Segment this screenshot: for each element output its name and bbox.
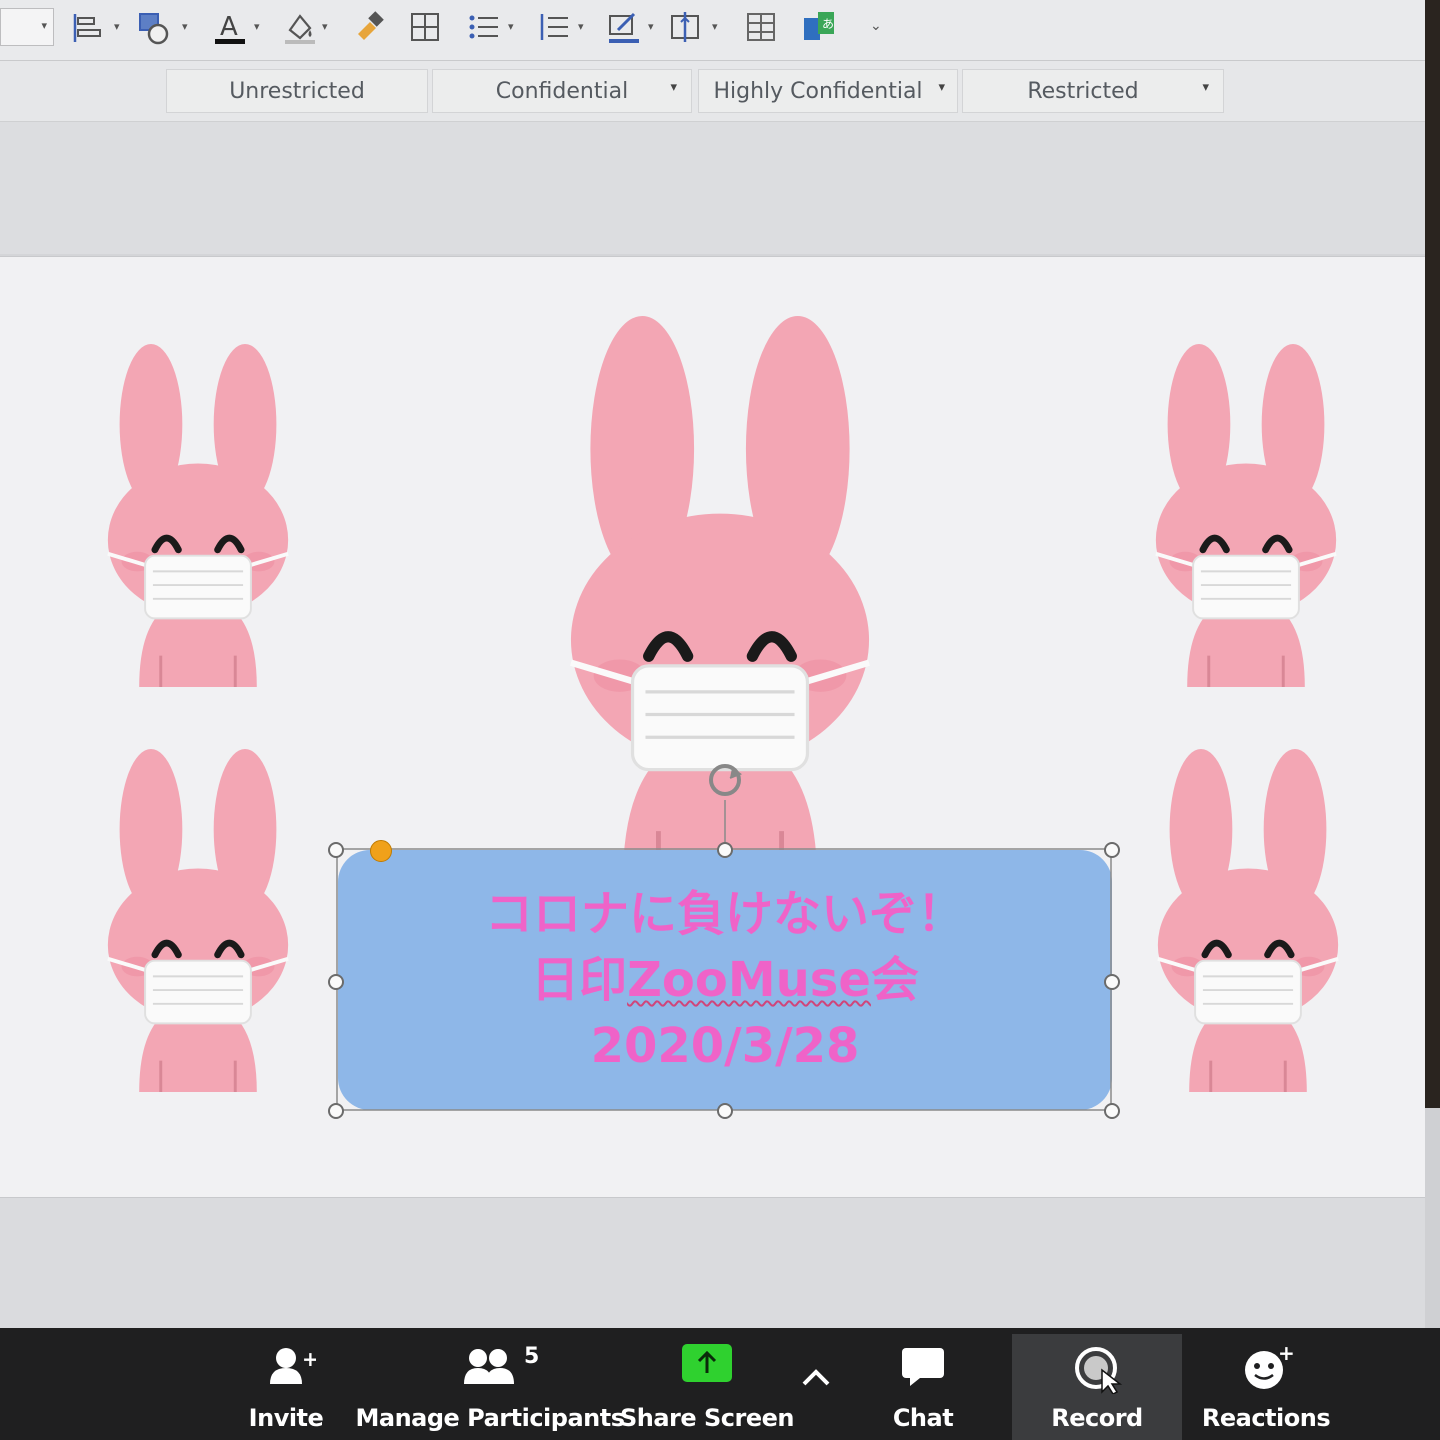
rabbit-bottom-right <box>1158 749 1338 1092</box>
reactions-button[interactable]: + Reactions <box>1200 1336 1332 1440</box>
resize-handle-right[interactable] <box>1104 974 1120 990</box>
editor-edge <box>1425 1108 1440 1328</box>
rabbit-top-right <box>1156 344 1336 687</box>
chat-button[interactable]: Chat <box>876 1336 970 1440</box>
invite-button[interactable]: + Invite <box>236 1336 336 1440</box>
selection-frame <box>336 764 1112 1111</box>
invite-label: Invite <box>248 1404 324 1432</box>
svg-text:+: + <box>302 1347 316 1371</box>
resize-handle-bottom-right[interactable] <box>1104 1103 1120 1119</box>
resize-handle-top-left[interactable] <box>328 842 344 858</box>
participant-count-badge: 5 <box>524 1344 539 1369</box>
chevron-up-icon[interactable] <box>798 1360 834 1396</box>
svg-text:+: + <box>1278 1344 1294 1365</box>
record-icon <box>1075 1347 1123 1394</box>
share-screen-button[interactable]: Share Screen <box>620 1336 795 1440</box>
share-screen-label: Share Screen <box>619 1404 795 1432</box>
mouse-cursor-icon <box>1101 1368 1123 1394</box>
reactions-label: Reactions <box>1201 1404 1331 1432</box>
record-label: Record <box>1051 1404 1143 1432</box>
manage-participants-label: Manage Participants <box>355 1404 625 1432</box>
resize-handle-bottom[interactable] <box>717 1103 733 1119</box>
participants-icon <box>464 1349 514 1384</box>
corner-radius-handle[interactable] <box>370 840 392 862</box>
resize-handle-left[interactable] <box>328 974 344 990</box>
add-person-icon: + <box>270 1347 316 1384</box>
record-button[interactable]: Record <box>1012 1336 1182 1440</box>
participant-video-strip <box>1425 0 1440 1108</box>
editor-background <box>0 1198 1425 1328</box>
chat-label: Chat <box>892 1404 954 1432</box>
reactions-icon: + <box>1245 1344 1295 1389</box>
resize-handle-top[interactable] <box>717 842 733 858</box>
chat-icon <box>902 1348 944 1386</box>
resize-handle-top-right[interactable] <box>1104 842 1120 858</box>
rabbit-bottom-left <box>108 749 288 1092</box>
manage-participants-button[interactable]: 5 Manage Participants <box>355 1336 625 1440</box>
rabbit-top-left <box>108 344 288 687</box>
resize-handle-bottom-left[interactable] <box>328 1103 344 1119</box>
share-screen-icon <box>682 1344 732 1382</box>
